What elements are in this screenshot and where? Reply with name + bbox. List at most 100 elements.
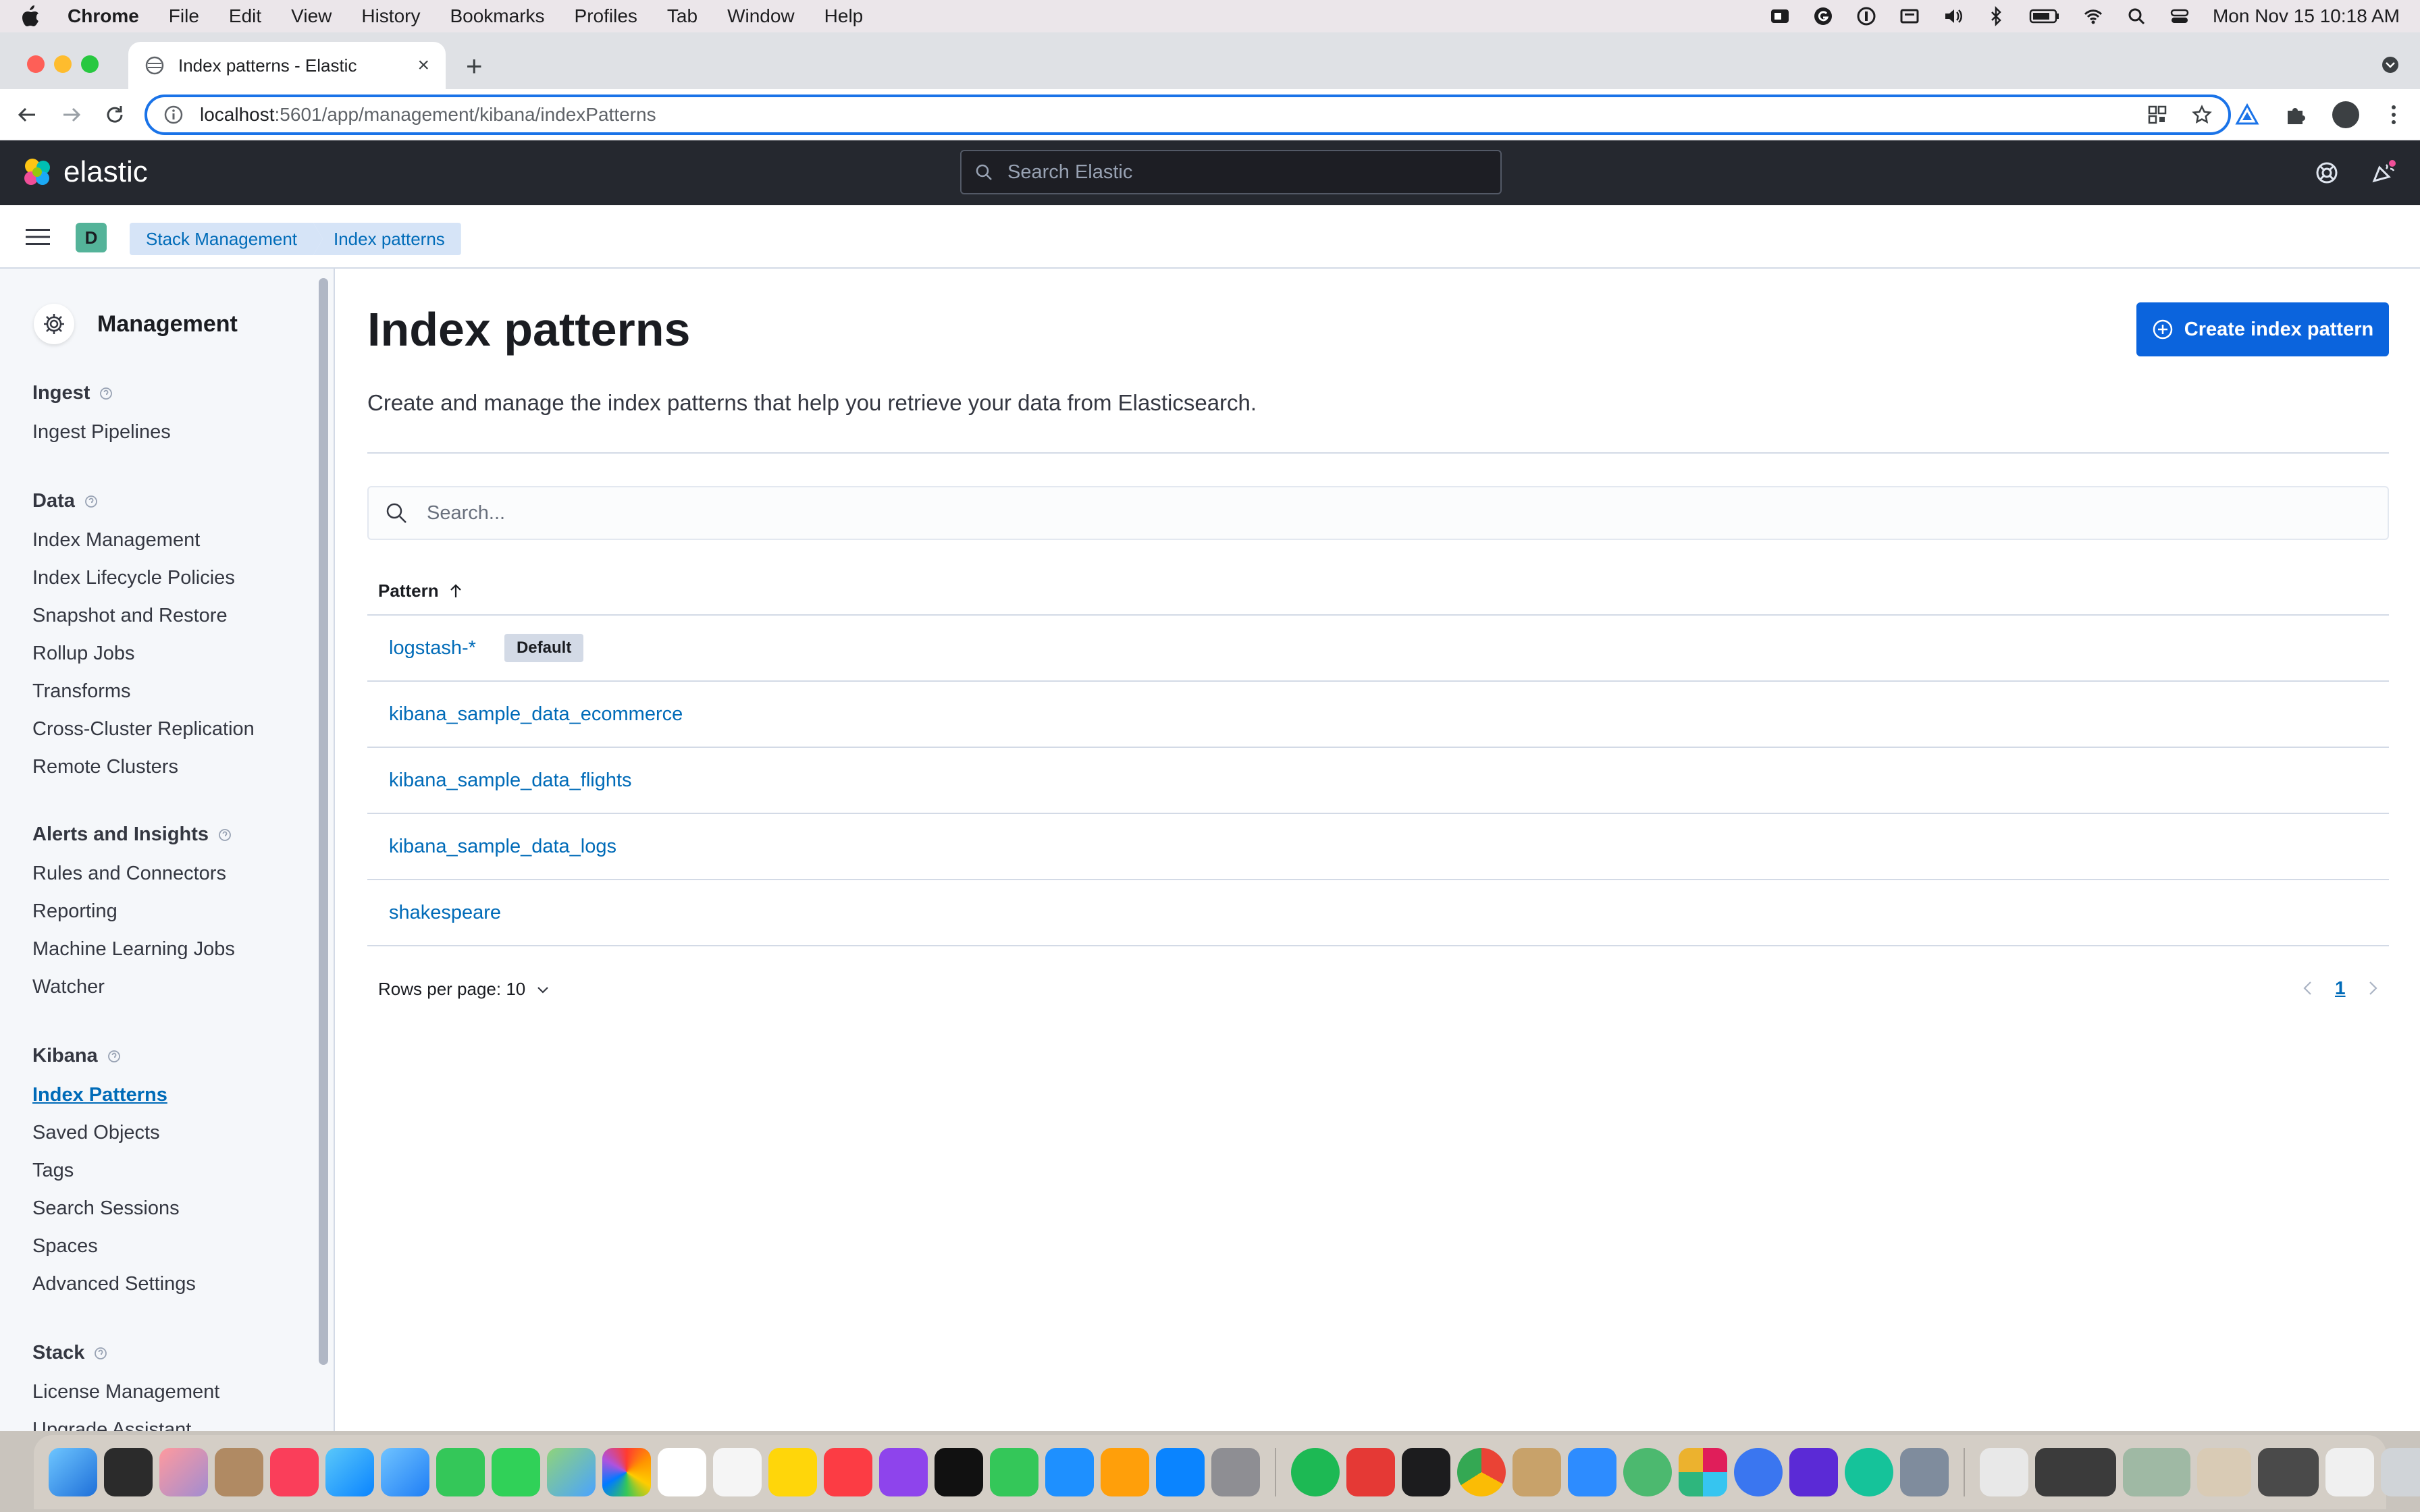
messages-icon[interactable] <box>492 1448 540 1496</box>
previous-page-chevron-icon[interactable] <box>2300 979 2316 998</box>
minimized-window-thumbnail[interactable] <box>2197 1448 2251 1496</box>
menu-history[interactable]: History <box>361 5 420 27</box>
extensions-puzzle-icon[interactable] <box>2284 103 2308 127</box>
control-center-icon[interactable] <box>2169 6 2190 26</box>
zoom-icon[interactable] <box>1568 1448 1616 1496</box>
app-store-icon[interactable] <box>1156 1448 1205 1496</box>
grammarly-dock-icon[interactable] <box>1845 1448 1893 1496</box>
sidebar-item-remote-clusters[interactable]: Remote Clusters <box>32 756 178 778</box>
menu-bookmarks[interactable]: Bookmarks <box>450 5 544 27</box>
help-question-icon[interactable] <box>94 1347 107 1360</box>
address-bar[interactable]: localhost:5601/app/management/kibana/ind… <box>144 94 2231 135</box>
sidebar-item-index-lifecycle-policies[interactable]: Index Lifecycle Policies <box>32 567 235 589</box>
sidebar-item-index-patterns[interactable]: Index Patterns <box>32 1084 167 1106</box>
finder-icon[interactable] <box>49 1448 97 1496</box>
space-avatar[interactable]: D <box>76 223 107 252</box>
help-question-icon[interactable] <box>218 828 232 842</box>
sidebar-item-reporting[interactable]: Reporting <box>32 900 117 923</box>
news-feed-icon[interactable] <box>2370 159 2397 186</box>
qr-code-icon[interactable] <box>2147 105 2167 125</box>
extension-triangle-icon[interactable] <box>2235 103 2259 127</box>
site-info-icon[interactable] <box>163 105 184 125</box>
tab-search-chevron-icon[interactable] <box>2381 55 2400 74</box>
sidebar-item-watcher[interactable]: Watcher <box>32 976 105 998</box>
password-icon[interactable] <box>1856 6 1876 26</box>
battery-icon[interactable] <box>2029 6 2060 26</box>
reload-icon[interactable] <box>103 103 127 127</box>
terminal-icon[interactable] <box>1402 1448 1450 1496</box>
index-pattern-link[interactable]: kibana_sample_data_logs <box>389 836 616 858</box>
sidebar-item-advanced-settings[interactable]: Advanced Settings <box>32 1273 196 1295</box>
menu-tab[interactable]: Tab <box>667 5 698 27</box>
page-number-current[interactable]: 1 <box>2335 977 2346 999</box>
minimized-window-thumbnail[interactable] <box>2035 1448 2116 1496</box>
minimized-window-thumbnail[interactable] <box>2258 1448 2319 1496</box>
breadcrumb-stack-management[interactable]: Stack Management <box>130 223 323 255</box>
chrome-icon[interactable] <box>1457 1448 1506 1496</box>
pdf-expert-icon[interactable] <box>1346 1448 1395 1496</box>
menu-app-name[interactable]: Chrome <box>68 5 139 27</box>
sidebar-item-rollup-jobs[interactable]: Rollup Jobs <box>32 643 135 665</box>
bluetooth-icon[interactable] <box>1986 6 2006 26</box>
help-question-icon[interactable] <box>107 1050 121 1063</box>
apple-tv-icon[interactable] <box>935 1448 983 1496</box>
sidebar-item-license-management[interactable]: License Management <box>32 1381 219 1403</box>
music-icon[interactable] <box>824 1448 872 1496</box>
menubar-clock[interactable]: Mon Nov 15 10:18 AM <box>2213 5 2400 27</box>
help-lifebuoy-icon[interactable] <box>2315 161 2339 185</box>
index-pattern-link[interactable]: kibana_sample_data_ecommerce <box>389 703 683 726</box>
window-close-button[interactable] <box>27 55 45 73</box>
sidebar-item-tags[interactable]: Tags <box>32 1160 74 1182</box>
help-question-icon[interactable] <box>99 387 113 400</box>
apple-menu-icon[interactable] <box>20 5 41 28</box>
trash-icon[interactable] <box>2381 1448 2420 1496</box>
video-camera-icon[interactable] <box>1770 6 1790 26</box>
sidebar-item-transforms[interactable]: Transforms <box>32 680 131 703</box>
pages-icon[interactable] <box>1101 1448 1149 1496</box>
index-pattern-link[interactable]: shakespeare <box>389 902 501 924</box>
notes-icon[interactable] <box>768 1448 817 1496</box>
screen-capture-icon[interactable] <box>1789 1448 1838 1496</box>
calendar-icon[interactable] <box>658 1448 706 1496</box>
window-zoom-button[interactable] <box>81 55 99 73</box>
preview-icon[interactable] <box>1900 1448 1949 1496</box>
keynote-icon[interactable] <box>1045 1448 1094 1496</box>
signal-icon[interactable] <box>1734 1448 1783 1496</box>
system-preferences-icon[interactable] <box>1211 1448 1260 1496</box>
create-index-pattern-button[interactable]: Create index pattern <box>2136 302 2389 356</box>
new-tab-plus-icon[interactable]: + <box>466 52 483 80</box>
elastic-logo[interactable]: elastic <box>20 155 148 189</box>
spotlight-search-icon[interactable] <box>2126 6 2147 26</box>
news-icon[interactable] <box>270 1448 319 1496</box>
sidebar-item-upgrade-assistant[interactable]: Upgrade Assistant <box>32 1419 191 1431</box>
forward-arrow-icon[interactable] <box>59 103 84 127</box>
safari-icon[interactable] <box>325 1448 374 1496</box>
xcode-tools-icon[interactable] <box>104 1448 153 1496</box>
atom-editor-icon[interactable] <box>1623 1448 1672 1496</box>
menu-view[interactable]: View <box>291 5 332 27</box>
sidebar-item-spaces[interactable]: Spaces <box>32 1235 98 1258</box>
minimized-window-thumbnail[interactable] <box>2123 1448 2190 1496</box>
sidebar-item-snapshot-and-restore[interactable]: Snapshot and Restore <box>32 605 228 627</box>
grammarly-icon[interactable] <box>1813 6 1833 26</box>
back-arrow-icon[interactable] <box>15 103 39 127</box>
maps-icon[interactable] <box>547 1448 596 1496</box>
podcasts-icon[interactable] <box>879 1448 928 1496</box>
index-pattern-link[interactable]: kibana_sample_data_flights <box>389 770 632 792</box>
document-icon[interactable] <box>1980 1448 2028 1496</box>
tab-close-icon[interactable]: × <box>417 54 429 77</box>
chrome-menu-kebab-icon[interactable] <box>2384 103 2404 127</box>
menu-profiles[interactable]: Profiles <box>575 5 637 27</box>
global-search-input[interactable]: Search Elastic <box>960 150 1502 194</box>
wifi-icon[interactable] <box>2083 6 2103 26</box>
menu-file[interactable]: File <box>169 5 199 27</box>
display-icon[interactable] <box>1899 6 1920 26</box>
menu-window[interactable]: Window <box>727 5 795 27</box>
rows-per-page-select[interactable]: Rows per page: 10 <box>378 979 551 1000</box>
photos-icon[interactable] <box>602 1448 651 1496</box>
index-pattern-link[interactable]: logstash-* <box>389 637 476 659</box>
pattern-search-input[interactable]: Search... <box>367 486 2389 540</box>
bookmark-star-icon[interactable] <box>2192 105 2212 125</box>
minimized-window-thumbnail[interactable] <box>2325 1448 2374 1496</box>
sidebar-item-saved-objects[interactable]: Saved Objects <box>32 1122 160 1144</box>
